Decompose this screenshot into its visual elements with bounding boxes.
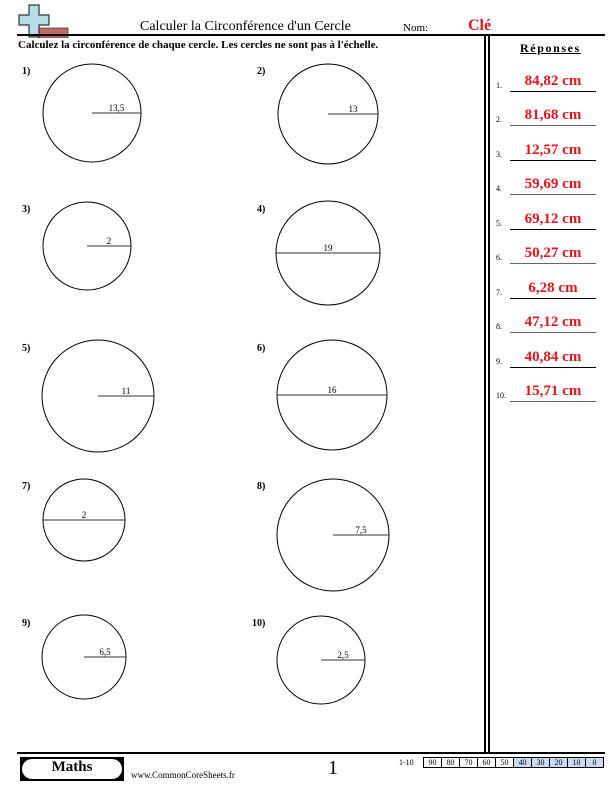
answer-row: 1. 84,82 cm xyxy=(496,70,596,92)
answer-number: 10. xyxy=(496,391,506,400)
answer-underline xyxy=(510,331,596,333)
answer-row: 3. 12,57 cm xyxy=(496,139,596,161)
page-number: 1 xyxy=(328,757,338,779)
answer-value: 69,12 cm xyxy=(524,211,582,227)
answer-underline xyxy=(510,193,596,195)
circle-problem-10: 2,5 xyxy=(276,615,366,705)
answer-row: 5. 69,12 cm xyxy=(496,208,596,230)
answer-number: 3. xyxy=(496,150,502,159)
radius-label: 11 xyxy=(122,386,131,396)
circle-problem-1: 13,5 xyxy=(42,63,142,163)
answer-underline xyxy=(510,159,596,161)
circle-problem-9: 6,5 xyxy=(41,614,127,700)
website-link[interactable]: www.CommonCoreSheets.fr xyxy=(131,770,235,780)
answer-row: 7. 6,28 cm xyxy=(496,277,596,299)
answer-number: 1. xyxy=(496,81,502,90)
score-cell: 70 xyxy=(459,757,478,768)
answer-row: 8. 47,12 cm xyxy=(496,311,596,333)
answer-row: 4. 59,69 cm xyxy=(496,173,596,195)
score-cell: 0 xyxy=(585,757,604,768)
score-cell: 30 xyxy=(531,757,550,768)
answer-number: 2. xyxy=(496,115,502,124)
circle-problem-5: 11 xyxy=(41,339,155,453)
answer-underline xyxy=(510,90,596,92)
answer-underline xyxy=(510,262,596,264)
score-cell: 90 xyxy=(423,757,442,768)
radius-label: 6,5 xyxy=(99,647,111,657)
answer-underline xyxy=(510,124,596,126)
answer-value: 59,69 cm xyxy=(524,176,582,192)
radius-label: 13 xyxy=(349,104,359,114)
answer-value: 6,28 cm xyxy=(528,280,578,296)
diameter-label: 2 xyxy=(82,510,87,520)
answer-number: 7. xyxy=(496,288,502,297)
circle-problem-4: 19 xyxy=(275,200,381,306)
answer-value: 12,57 cm xyxy=(524,142,582,158)
score-cell: 20 xyxy=(549,757,568,768)
score-cell: 40 xyxy=(513,757,532,768)
answer-underline xyxy=(510,297,596,299)
radius-label: 2 xyxy=(107,236,112,246)
answer-row: 2. 81,68 cm xyxy=(496,104,596,126)
answer-row: 10. 15,71 cm xyxy=(496,380,596,402)
answer-row: 6. 50,27 cm xyxy=(496,242,596,264)
answer-value: 40,84 cm xyxy=(524,349,582,365)
answers-heading: Réponses xyxy=(520,41,581,55)
diameter-label: 16 xyxy=(328,385,338,395)
radius-label: 7,5 xyxy=(355,525,367,535)
score-range-label: 1-10 xyxy=(399,758,414,767)
answer-number: 6. xyxy=(496,253,502,262)
answer-row: 9. 40,84 cm xyxy=(496,346,596,368)
circle-problem-8: 7,5 xyxy=(276,478,390,592)
answer-value: 15,71 cm xyxy=(524,383,582,399)
answer-underline xyxy=(510,400,596,402)
answer-value: 47,12 cm xyxy=(524,314,582,330)
footer-divider xyxy=(17,752,605,754)
score-row: 90 80 70 60 50 40 30 20 10 0 xyxy=(423,757,604,768)
score-cell: 10 xyxy=(567,757,586,768)
answer-underline xyxy=(510,228,596,230)
circle-problem-3: 2 xyxy=(42,201,132,291)
score-table: 90 80 70 60 50 40 30 20 10 0 xyxy=(423,757,604,768)
answer-number: 9. xyxy=(496,357,502,366)
subject-label: Maths xyxy=(51,759,93,775)
radius-label: 13,5 xyxy=(109,103,125,113)
score-cell: 50 xyxy=(495,757,514,768)
answer-underline xyxy=(510,366,596,368)
answer-number: 8. xyxy=(496,322,502,331)
score-cell: 80 xyxy=(441,757,460,768)
radius-label: 2,5 xyxy=(337,650,349,660)
circle-problem-7: 2 xyxy=(42,478,126,562)
score-cell: 60 xyxy=(477,757,496,768)
answer-value: 50,27 cm xyxy=(524,245,582,261)
diameter-label: 19 xyxy=(324,243,334,253)
answer-number: 4. xyxy=(496,184,502,193)
circle-problem-2: 13 xyxy=(277,63,379,165)
answer-number: 5. xyxy=(496,219,502,228)
answer-value: 84,82 cm xyxy=(524,73,582,89)
circle-problem-6: 16 xyxy=(276,339,388,451)
answer-value: 81,68 cm xyxy=(524,107,582,123)
